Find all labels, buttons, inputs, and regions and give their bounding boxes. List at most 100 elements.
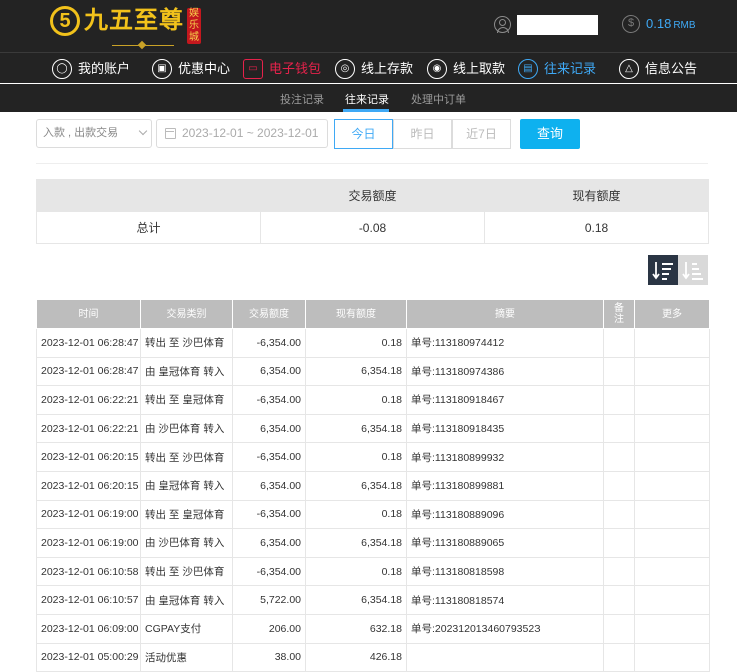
summary-table: 交易额度 现有额度 总计 -0.08 0.18 xyxy=(36,179,709,244)
sort-desc-button[interactable] xyxy=(648,255,678,285)
record-remark xyxy=(603,470,635,501)
col-header-summary: 摘要 xyxy=(406,299,604,329)
tab-transaction-records[interactable]: 往来记录 xyxy=(345,91,389,107)
record-more[interactable] xyxy=(634,528,710,558)
record-remark xyxy=(603,442,635,472)
record-time: 2023-12-01 06:19:00 xyxy=(36,528,141,558)
record-more[interactable] xyxy=(634,585,710,615)
record-more[interactable] xyxy=(634,356,710,387)
record-more[interactable] xyxy=(634,470,710,501)
tab-bet-records[interactable]: 投注记录 xyxy=(280,91,324,107)
table-row: 2023-12-01 06:20:15 由 皇冠体育 转入 6,354.00 6,35… xyxy=(36,470,710,501)
record-more[interactable] xyxy=(634,442,710,472)
nav-label: 电子钱包 xyxy=(269,61,322,76)
balance-currency: RMB xyxy=(673,20,696,31)
record-more[interactable] xyxy=(634,413,710,444)
record-amount: 6,354.00 xyxy=(232,356,306,387)
record-amount: -6,354.00 xyxy=(232,556,306,587)
record-time: 2023-12-01 05:00:29 xyxy=(36,642,141,672)
summary-header-cell: 交易额度 xyxy=(260,179,485,212)
record-type: 转出 至 皇冠体育 xyxy=(140,385,233,415)
site-logo[interactable]: 5 九五至尊 娱乐城 xyxy=(50,6,202,46)
table-row: 2023-12-01 06:22:21 由 沙巴体育 转入 6,354.00 6,35… xyxy=(36,413,710,444)
summary-total-row: 总计 -0.08 0.18 xyxy=(36,211,709,244)
record-more[interactable] xyxy=(634,499,710,530)
summary-header-cell: 现有额度 xyxy=(484,179,709,212)
sort-ascending-icon xyxy=(682,262,703,280)
record-summary: 单号:113180899932 xyxy=(406,442,604,472)
record-remark xyxy=(603,642,635,672)
record-summary: 单号:113180889096 xyxy=(406,499,604,530)
table-row: 2023-12-01 06:20:15 转出 至 沙巴体育 -6,354.00 0.1… xyxy=(36,442,710,472)
record-summary: 单号:113180918467 xyxy=(406,385,604,415)
record-time: 2023-12-01 06:22:21 xyxy=(36,385,141,415)
record-summary: 单号:113180818574 xyxy=(406,585,604,615)
nav-label: 线上取款 xyxy=(453,61,506,76)
search-button[interactable]: 查询 xyxy=(520,119,580,149)
summary-current-balance: 0.18 xyxy=(484,211,709,244)
record-summary: 单号:113180818598 xyxy=(406,556,604,587)
record-balance: 0.18 xyxy=(305,328,407,358)
record-time: 2023-12-01 06:28:47 xyxy=(36,328,141,358)
record-type: 转出 至 沙巴体育 xyxy=(140,556,233,587)
record-remark xyxy=(603,528,635,558)
record-balance: 632.18 xyxy=(305,613,407,644)
record-balance: 6,354.18 xyxy=(305,413,407,444)
record-amount: 38.00 xyxy=(232,642,306,672)
record-type: 由 皇冠体育 转入 xyxy=(140,356,233,387)
record-amount: 5,722.00 xyxy=(232,585,306,615)
record-balance: 426.18 xyxy=(305,642,407,672)
record-summary xyxy=(406,642,604,672)
logo-ornament xyxy=(112,38,174,46)
record-more[interactable] xyxy=(634,328,710,358)
user-icon[interactable] xyxy=(494,16,511,33)
records-body: 2023-12-01 06:28:47 转出 至 沙巴体育 -6,354.00 0.1… xyxy=(36,328,710,672)
summary-header-row: 交易额度 现有额度 xyxy=(36,179,709,212)
tab-pending-orders[interactable]: 处理中订单 xyxy=(411,91,466,107)
record-type: CGPAY支付 xyxy=(140,613,233,644)
record-balance: 6,354.18 xyxy=(305,356,407,387)
date-range-value: 2023-12-01 ~ 2023-12-01 xyxy=(182,126,319,140)
yesterday-button[interactable]: 昨日 xyxy=(393,119,452,149)
user-icon: ◯ xyxy=(52,59,72,79)
record-more[interactable] xyxy=(634,642,710,672)
summary-header-cell xyxy=(36,179,261,212)
date-range-input[interactable]: 2023-12-01 ~ 2023-12-01 xyxy=(156,119,328,148)
record-time: 2023-12-01 06:20:15 xyxy=(36,470,141,501)
record-balance: 6,354.18 xyxy=(305,585,407,615)
today-button[interactable]: 今日 xyxy=(334,119,393,149)
username-redacted xyxy=(517,15,598,35)
nav-label: 优惠中心 xyxy=(178,61,231,76)
record-more[interactable] xyxy=(634,385,710,415)
record-summary: 单号:113180899881 xyxy=(406,470,604,501)
col-header-balance: 现有额度 xyxy=(305,299,407,329)
col-header-time: 时间 xyxy=(36,299,141,329)
record-time: 2023-12-01 06:20:15 xyxy=(36,442,141,472)
records-header-row: 时间 交易类别 交易额度 现有额度 摘要 备注 更多 xyxy=(36,299,710,329)
record-summary: 单号:113180974412 xyxy=(406,328,604,358)
wallet-icon: ▭ xyxy=(243,59,263,79)
record-type: 转出 至 沙巴体育 xyxy=(140,442,233,472)
nav-label: 线上存款 xyxy=(361,61,414,76)
record-amount: -6,354.00 xyxy=(232,442,306,472)
record-more[interactable] xyxy=(634,556,710,587)
record-summary: 单号:20231201346079352З xyxy=(406,613,604,644)
record-balance: 0.18 xyxy=(305,556,407,587)
record-summary: 单号:113180889065 xyxy=(406,528,604,558)
deposit-icon: ◎ xyxy=(335,59,355,79)
record-remark xyxy=(603,328,635,358)
record-amount: -6,354.00 xyxy=(232,385,306,415)
col-header-more: 更多 xyxy=(634,299,710,329)
sub-nav: 投注记录 往来记录 处理中订单 xyxy=(0,84,737,112)
sort-asc-button[interactable] xyxy=(678,255,708,285)
record-time: 2023-12-01 06:09:00 xyxy=(36,613,141,644)
record-amount: 6,354.00 xyxy=(232,470,306,501)
last-7-days-button[interactable]: 近7日 xyxy=(452,119,511,149)
table-row: 2023-12-01 05:00:29 活动优惠 38.00 426.18 xyxy=(36,642,710,672)
record-balance: 0.18 xyxy=(305,385,407,415)
table-row: 2023-12-01 06:22:21 转出 至 皇冠体育 -6,354.00 0.1… xyxy=(36,385,710,415)
record-amount: 6,354.00 xyxy=(232,528,306,558)
transaction-type-select[interactable]: 入款 , 出款交易 xyxy=(36,119,152,148)
table-row: 2023-12-01 06:19:00 转出 至 皇冠体育 -6,354.00 0.1… xyxy=(36,499,710,530)
record-more[interactable] xyxy=(634,613,710,644)
